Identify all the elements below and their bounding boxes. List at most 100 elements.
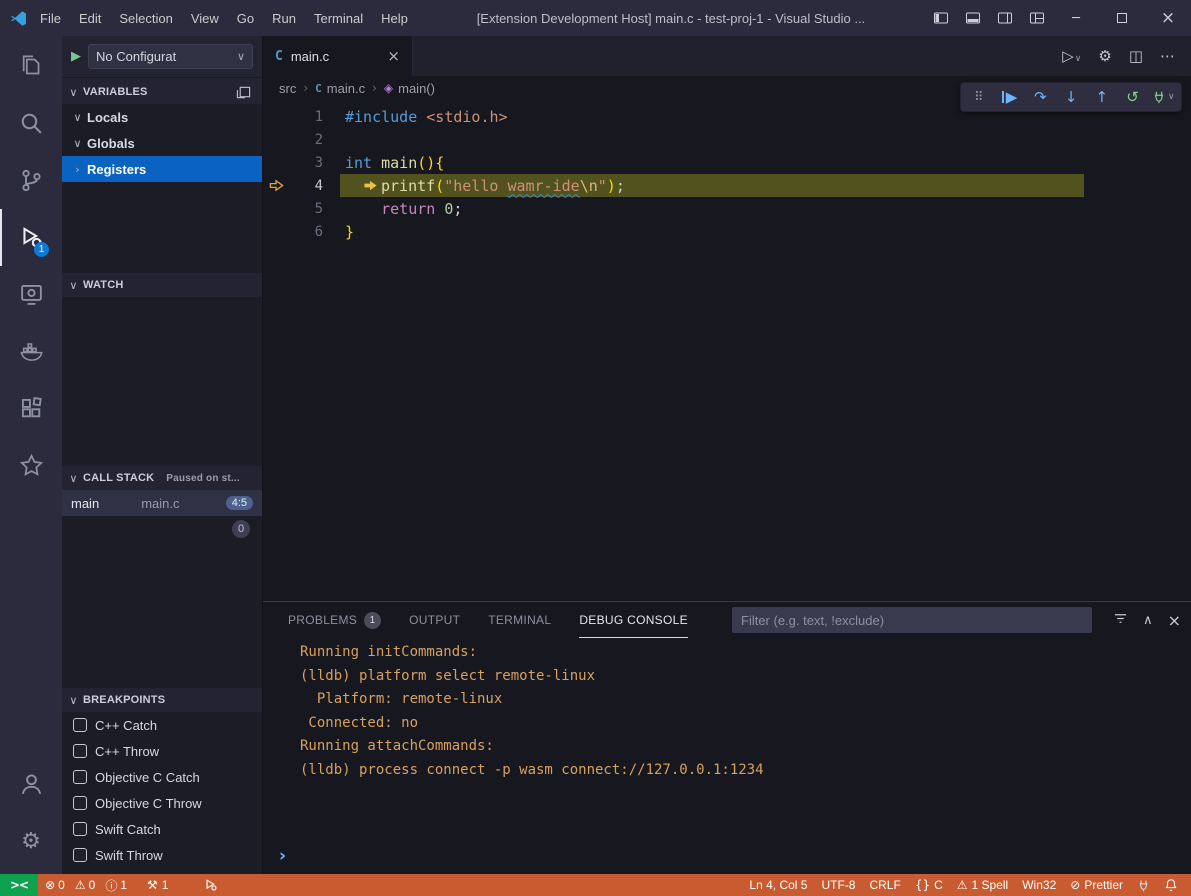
watch-header[interactable]: ∨ WATCH — [62, 273, 262, 297]
breakpoint-checkbox[interactable] — [73, 822, 87, 836]
breakpoints-header[interactable]: ∨ BREAKPOINTS — [62, 688, 262, 712]
code-line[interactable]: 4printf("hello wamr-ide\n"); — [263, 174, 1191, 197]
call-stack-frame[interactable]: main main.c 4:5 — [62, 490, 262, 516]
star-icon[interactable] — [0, 437, 62, 494]
debug-current-line-arrow-icon[interactable] — [263, 178, 289, 193]
code-editor[interactable]: 1#include <stdio.h>23int main(){4printf(… — [263, 100, 1191, 601]
encoding-indicator[interactable]: UTF-8 — [814, 874, 862, 896]
toggle-panel-icon[interactable] — [957, 0, 989, 36]
variables-item-globals[interactable]: ∨Globals — [62, 130, 262, 156]
start-debugging-button[interactable]: ▶ — [71, 49, 81, 64]
plug-icon[interactable] — [1130, 874, 1157, 896]
spell-checker-status[interactable]: ⚠1 Spell — [950, 874, 1015, 896]
toggle-secondary-sidebar-icon[interactable] — [989, 0, 1021, 36]
menu-edit[interactable]: Edit — [70, 7, 110, 30]
eol-indicator[interactable]: CRLF — [862, 874, 907, 896]
breakpoint-row[interactable]: Objective C Throw — [62, 790, 262, 816]
debug-console-output[interactable]: Running initCommands:(lldb) platform sel… — [263, 638, 1191, 874]
breakpoint-checkbox[interactable] — [73, 718, 87, 732]
tools-status[interactable]: ⚒1 — [140, 874, 175, 896]
panel-layout-icon[interactable] — [236, 85, 257, 100]
breakpoint-row[interactable]: Swift Throw — [62, 842, 262, 868]
explorer-icon[interactable] — [0, 38, 62, 95]
call-stack-header[interactable]: ∨ CALL STACK Paused on st... — [62, 466, 262, 490]
customize-layout-icon[interactable] — [1021, 0, 1053, 36]
settings-gear-icon[interactable]: ⚙ — [0, 813, 62, 870]
console-prompt-chevron[interactable]: › — [279, 846, 286, 866]
debug-config-dropdown[interactable]: No Configurat ∨ — [88, 44, 253, 69]
split-editor-icon[interactable]: ◫ — [1129, 47, 1143, 65]
menu-view[interactable]: View — [182, 7, 228, 30]
code-line[interactable]: 5 return 0; — [263, 197, 1191, 220]
breakpoint-row[interactable]: Swift Catch — [62, 816, 262, 842]
breakpoint-checkbox[interactable] — [73, 744, 87, 758]
language-mode[interactable]: {}C — [908, 874, 950, 896]
docker-icon[interactable] — [0, 323, 62, 380]
breakpoint-label: C++ Catch — [95, 718, 157, 733]
step-over-icon[interactable]: ↷ — [1027, 88, 1053, 106]
step-into-icon[interactable]: ↓ — [1058, 88, 1084, 106]
tab-main-c[interactable]: C main.c × — [263, 36, 413, 76]
menu-help[interactable]: Help — [372, 7, 417, 30]
tree-item-label: Registers — [87, 162, 146, 177]
variables-item-locals[interactable]: ∨Locals — [62, 104, 262, 130]
run-or-debug-button[interactable]: ▷∨ — [1062, 47, 1081, 65]
breakpoint-row[interactable]: Objective C Catch — [62, 764, 262, 790]
breadcrumb-symbol[interactable]: ◈ main() — [384, 81, 435, 96]
more-actions-icon[interactable]: ⋯ — [1160, 47, 1175, 65]
panel-tab-debug-console[interactable]: DEBUG CONSOLE — [579, 602, 688, 638]
panel-tab-terminal[interactable]: TERMINAL — [488, 602, 551, 638]
menu-go[interactable]: Go — [228, 7, 263, 30]
breakpoint-checkbox[interactable] — [73, 848, 87, 862]
vscode-window: FileEditSelectionViewGoRunTerminalHelp [… — [0, 0, 1191, 896]
close-tab-icon[interactable]: × — [387, 47, 400, 65]
panel-tab-problems[interactable]: PROBLEMS1 — [288, 602, 381, 638]
code-line[interactable]: 6} — [263, 220, 1191, 243]
run-and-debug-icon[interactable]: 1 — [0, 209, 62, 266]
formatter-status[interactable]: ⊘Prettier — [1063, 874, 1130, 896]
chevron-down-icon: ∨ — [67, 279, 80, 292]
breadcrumb-file[interactable]: C main.c — [315, 81, 365, 96]
problems-status[interactable]: ⊗0 ⚠0 ⓘ1 — [38, 874, 140, 896]
maximize-panel-icon[interactable]: ∧ — [1143, 613, 1153, 628]
debug-status-icon[interactable] — [197, 874, 225, 896]
menu-file[interactable]: File — [31, 7, 70, 30]
breakpoint-row[interactable]: C++ Catch — [62, 712, 262, 738]
breakpoint-checkbox[interactable] — [73, 770, 87, 784]
variables-header[interactable]: ∨ VARIABLES — [62, 80, 262, 104]
breakpoint-row[interactable]: C++ Throw — [62, 738, 262, 764]
console-filter-input[interactable] — [732, 607, 1092, 633]
search-icon[interactable] — [0, 95, 62, 152]
settings-gear-icon[interactable]: ⚙ — [1098, 47, 1111, 65]
notifications-bell-icon[interactable] — [1157, 874, 1185, 896]
extensions-icon[interactable] — [0, 380, 62, 437]
close-button[interactable]: × — [1145, 0, 1191, 36]
remote-explorer-icon[interactable] — [0, 266, 62, 323]
code-text: int main(){ — [323, 154, 444, 172]
cursor-position[interactable]: Ln 4, Col 5 — [742, 874, 814, 896]
panel-tab-output[interactable]: OUTPUT — [409, 602, 460, 638]
menu-terminal[interactable]: Terminal — [305, 7, 372, 30]
breakpoint-checkbox[interactable] — [73, 796, 87, 810]
account-icon[interactable] — [0, 756, 62, 813]
code-line[interactable]: 3int main(){ — [263, 151, 1191, 174]
toggle-primary-sidebar-icon[interactable] — [925, 0, 957, 36]
drag-handle-icon[interactable]: ⠿ — [966, 90, 992, 105]
continue-icon[interactable]: ▶ — [997, 88, 1023, 106]
info-icon: ⓘ — [105, 877, 117, 894]
source-control-icon[interactable] — [0, 152, 62, 209]
restart-icon[interactable]: ↺ — [1120, 88, 1146, 106]
breadcrumb-src[interactable]: src — [279, 81, 296, 96]
minimize-button[interactable]: ─ — [1053, 0, 1099, 36]
menu-run[interactable]: Run — [263, 7, 305, 30]
variables-item-registers[interactable]: ›Registers — [62, 156, 262, 182]
step-out-icon[interactable]: ↑ — [1089, 88, 1115, 106]
remote-indicator[interactable]: >< — [0, 874, 38, 896]
maximize-button[interactable] — [1099, 0, 1145, 36]
filter-icon[interactable] — [1113, 611, 1128, 629]
close-panel-icon[interactable]: × — [1168, 611, 1181, 630]
disconnect-icon[interactable]: ∨ — [1150, 90, 1176, 104]
platform-indicator[interactable]: Win32 — [1015, 874, 1063, 896]
menu-selection[interactable]: Selection — [110, 7, 181, 30]
code-line[interactable]: 2 — [263, 128, 1191, 151]
